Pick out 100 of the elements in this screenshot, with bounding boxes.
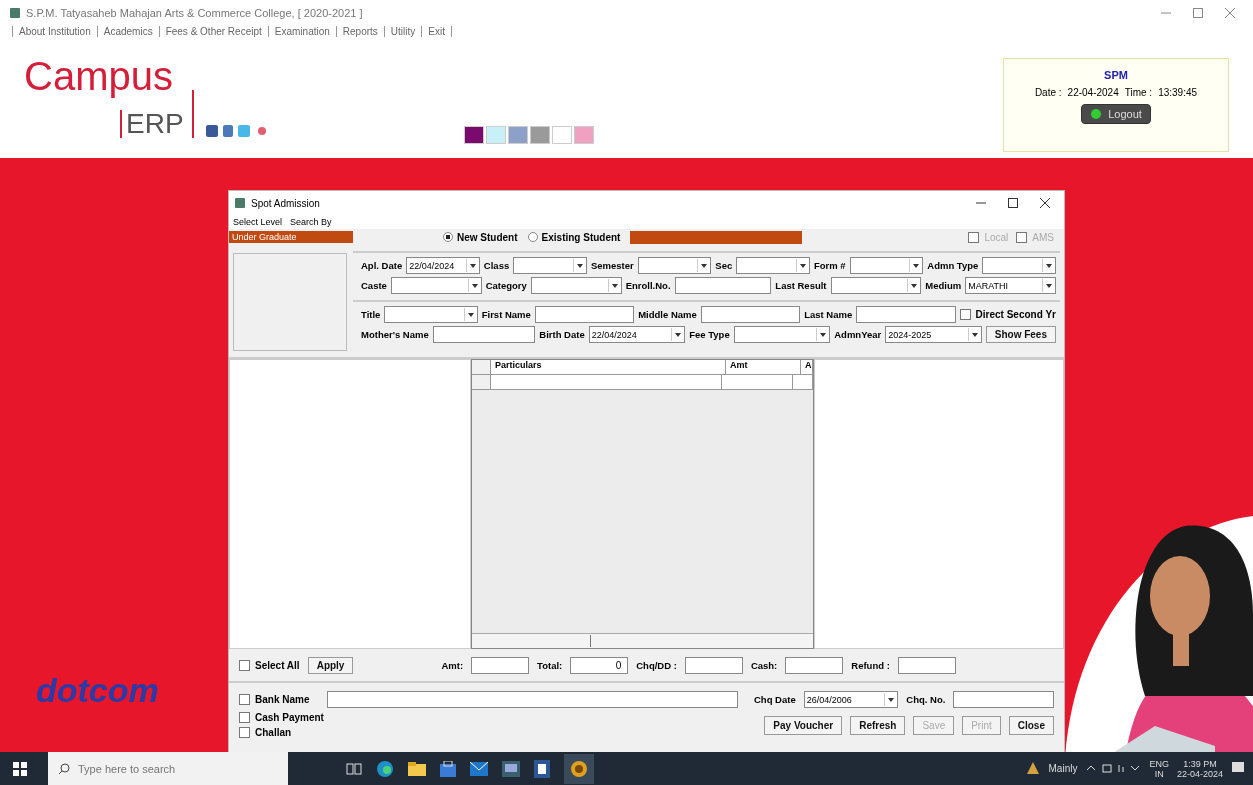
dropdown-field[interactable]: MARATHI — [965, 277, 1057, 294]
field-label: Chq. No. — [906, 694, 946, 705]
field-label: Class — [483, 260, 510, 271]
dropdown-field[interactable] — [637, 257, 712, 274]
clock-date[interactable]: 22-04-2024 — [1176, 768, 1223, 779]
system-tray-icons[interactable] — [1085, 761, 1142, 776]
caret-icon[interactable] — [1042, 259, 1055, 272]
payment-checkbox[interactable]: Challan — [239, 727, 292, 738]
field-label: Category — [485, 280, 527, 291]
weather-text[interactable]: Mainly — [1048, 763, 1078, 774]
app-icon — [10, 8, 20, 18]
show-fees-button[interactable]: Show Fees — [985, 326, 1056, 343]
payment-checkbox[interactable]: Cash Payment — [239, 712, 324, 723]
browser-icon[interactable] — [376, 759, 394, 778]
dropdown-field[interactable] — [849, 257, 924, 274]
bank-name-field[interactable] — [327, 691, 738, 708]
theme-swatch[interactable] — [464, 126, 484, 144]
taskbar-search-field[interactable]: Type here to search — [48, 752, 288, 785]
field-label: AdmnYear — [834, 329, 882, 340]
menu-item[interactable]: Reports — [335, 25, 378, 37]
menu-item[interactable]: Examination — [267, 25, 330, 37]
dropdown-field[interactable]: 22/04/2024 — [406, 257, 480, 274]
caret-icon[interactable] — [607, 279, 621, 292]
level-item[interactable]: Under Graduate — [229, 231, 353, 243]
menu-item[interactable]: Fees & Other Receipt — [158, 25, 262, 37]
caret-icon[interactable] — [572, 259, 586, 272]
apply-button[interactable]: Apply — [307, 656, 354, 674]
logo-subtext: ERP — [120, 110, 184, 138]
clock-time[interactable]: 1:39 PM — [1183, 758, 1217, 769]
dropdown-field[interactable] — [530, 277, 622, 294]
app-icon[interactable] — [564, 753, 594, 784]
checkbox[interactable]: Direct Second Yr — [959, 309, 1056, 320]
select-all-checkbox[interactable]: Select All — [239, 659, 300, 671]
input-field[interactable] — [856, 306, 956, 323]
document-icon[interactable] — [534, 759, 550, 778]
logout-button[interactable]: Logout — [1081, 104, 1151, 124]
field-label: Mother's Name — [361, 329, 429, 340]
dropdown-field[interactable]: 26/04/2006 — [803, 691, 899, 708]
field-label: Title — [361, 309, 381, 320]
dropdown-field[interactable]: 22/04/2024 — [588, 326, 686, 343]
menu-item[interactable]: Utility — [383, 25, 416, 37]
input-field[interactable] — [953, 691, 1054, 708]
field-label: Chq/DD : — [636, 659, 677, 671]
caret-icon[interactable] — [467, 279, 481, 292]
student-type-radio[interactable]: Existing Student — [527, 231, 621, 243]
caret-icon[interactable] — [463, 308, 477, 321]
theme-swatch[interactable] — [530, 126, 550, 144]
dropdown-field[interactable] — [733, 326, 831, 343]
store-icon[interactable] — [440, 760, 456, 777]
action-button[interactable]: Pay Voucher — [764, 716, 843, 735]
brand-logo-text: dotcom — [36, 671, 159, 710]
field-label: Semester — [590, 260, 634, 271]
dropdown-field[interactable] — [830, 277, 922, 294]
dropdown-field[interactable] — [736, 257, 810, 274]
user-name: SPM — [1104, 69, 1128, 81]
input-field[interactable] — [534, 306, 635, 323]
region-text[interactable]: IN — [1154, 768, 1164, 779]
input-field[interactable] — [432, 326, 536, 343]
input-field[interactable]: 0 — [570, 656, 629, 674]
action-button[interactable]: Close — [1008, 716, 1054, 735]
menu-item[interactable]: Select Level — [233, 217, 283, 227]
input-field[interactable] — [700, 306, 801, 323]
menu-item[interactable]: Academics — [96, 25, 153, 37]
input-field[interactable] — [684, 656, 743, 674]
input-field[interactable] — [897, 656, 956, 674]
input-field[interactable] — [785, 656, 844, 674]
column-header[interactable]: A — [801, 360, 813, 374]
caret-icon[interactable] — [795, 259, 809, 272]
caret-icon[interactable] — [967, 328, 981, 341]
column-header[interactable]: Amt — [726, 360, 801, 374]
caret-icon[interactable] — [465, 259, 479, 272]
input-field[interactable] — [471, 656, 530, 674]
app-icon[interactable] — [502, 760, 520, 777]
input-field[interactable] — [674, 277, 772, 294]
menu-item[interactable]: Exit — [421, 25, 452, 37]
field-label: Enroll.No. — [625, 280, 671, 291]
action-button[interactable]: Refresh — [850, 716, 906, 735]
task-view-icon[interactable] — [346, 761, 362, 776]
language-text[interactable]: ENG — [1149, 758, 1169, 769]
dropdown-field[interactable] — [513, 257, 587, 274]
student-type-radio[interactable]: New Student — [443, 231, 518, 243]
table-row[interactable] — [472, 375, 813, 390]
column-header[interactable]: Particulars — [491, 360, 726, 374]
dropdown-field[interactable] — [384, 306, 478, 323]
menu-item[interactable]: About Institution — [12, 25, 91, 37]
field-label: Total: — [537, 659, 563, 671]
theme-swatch[interactable] — [552, 126, 572, 144]
payment-checkbox[interactable]: Bank Name — [239, 694, 310, 705]
field-label: Apl. Date — [361, 260, 403, 271]
folder-icon[interactable] — [408, 760, 426, 777]
dropdown-field[interactable] — [390, 277, 482, 294]
dropdown-field[interactable] — [982, 257, 1056, 274]
theme-swatch[interactable] — [508, 126, 528, 144]
menu-item[interactable]: Search By — [290, 217, 332, 227]
horizontal-scrollbar[interactable] — [472, 633, 813, 648]
field-label: Refund : — [851, 659, 890, 671]
theme-swatch[interactable] — [486, 126, 506, 144]
mail-icon[interactable] — [470, 761, 488, 776]
dropdown-field[interactable]: 2024-2025 — [885, 326, 982, 343]
theme-swatch[interactable] — [574, 126, 594, 144]
